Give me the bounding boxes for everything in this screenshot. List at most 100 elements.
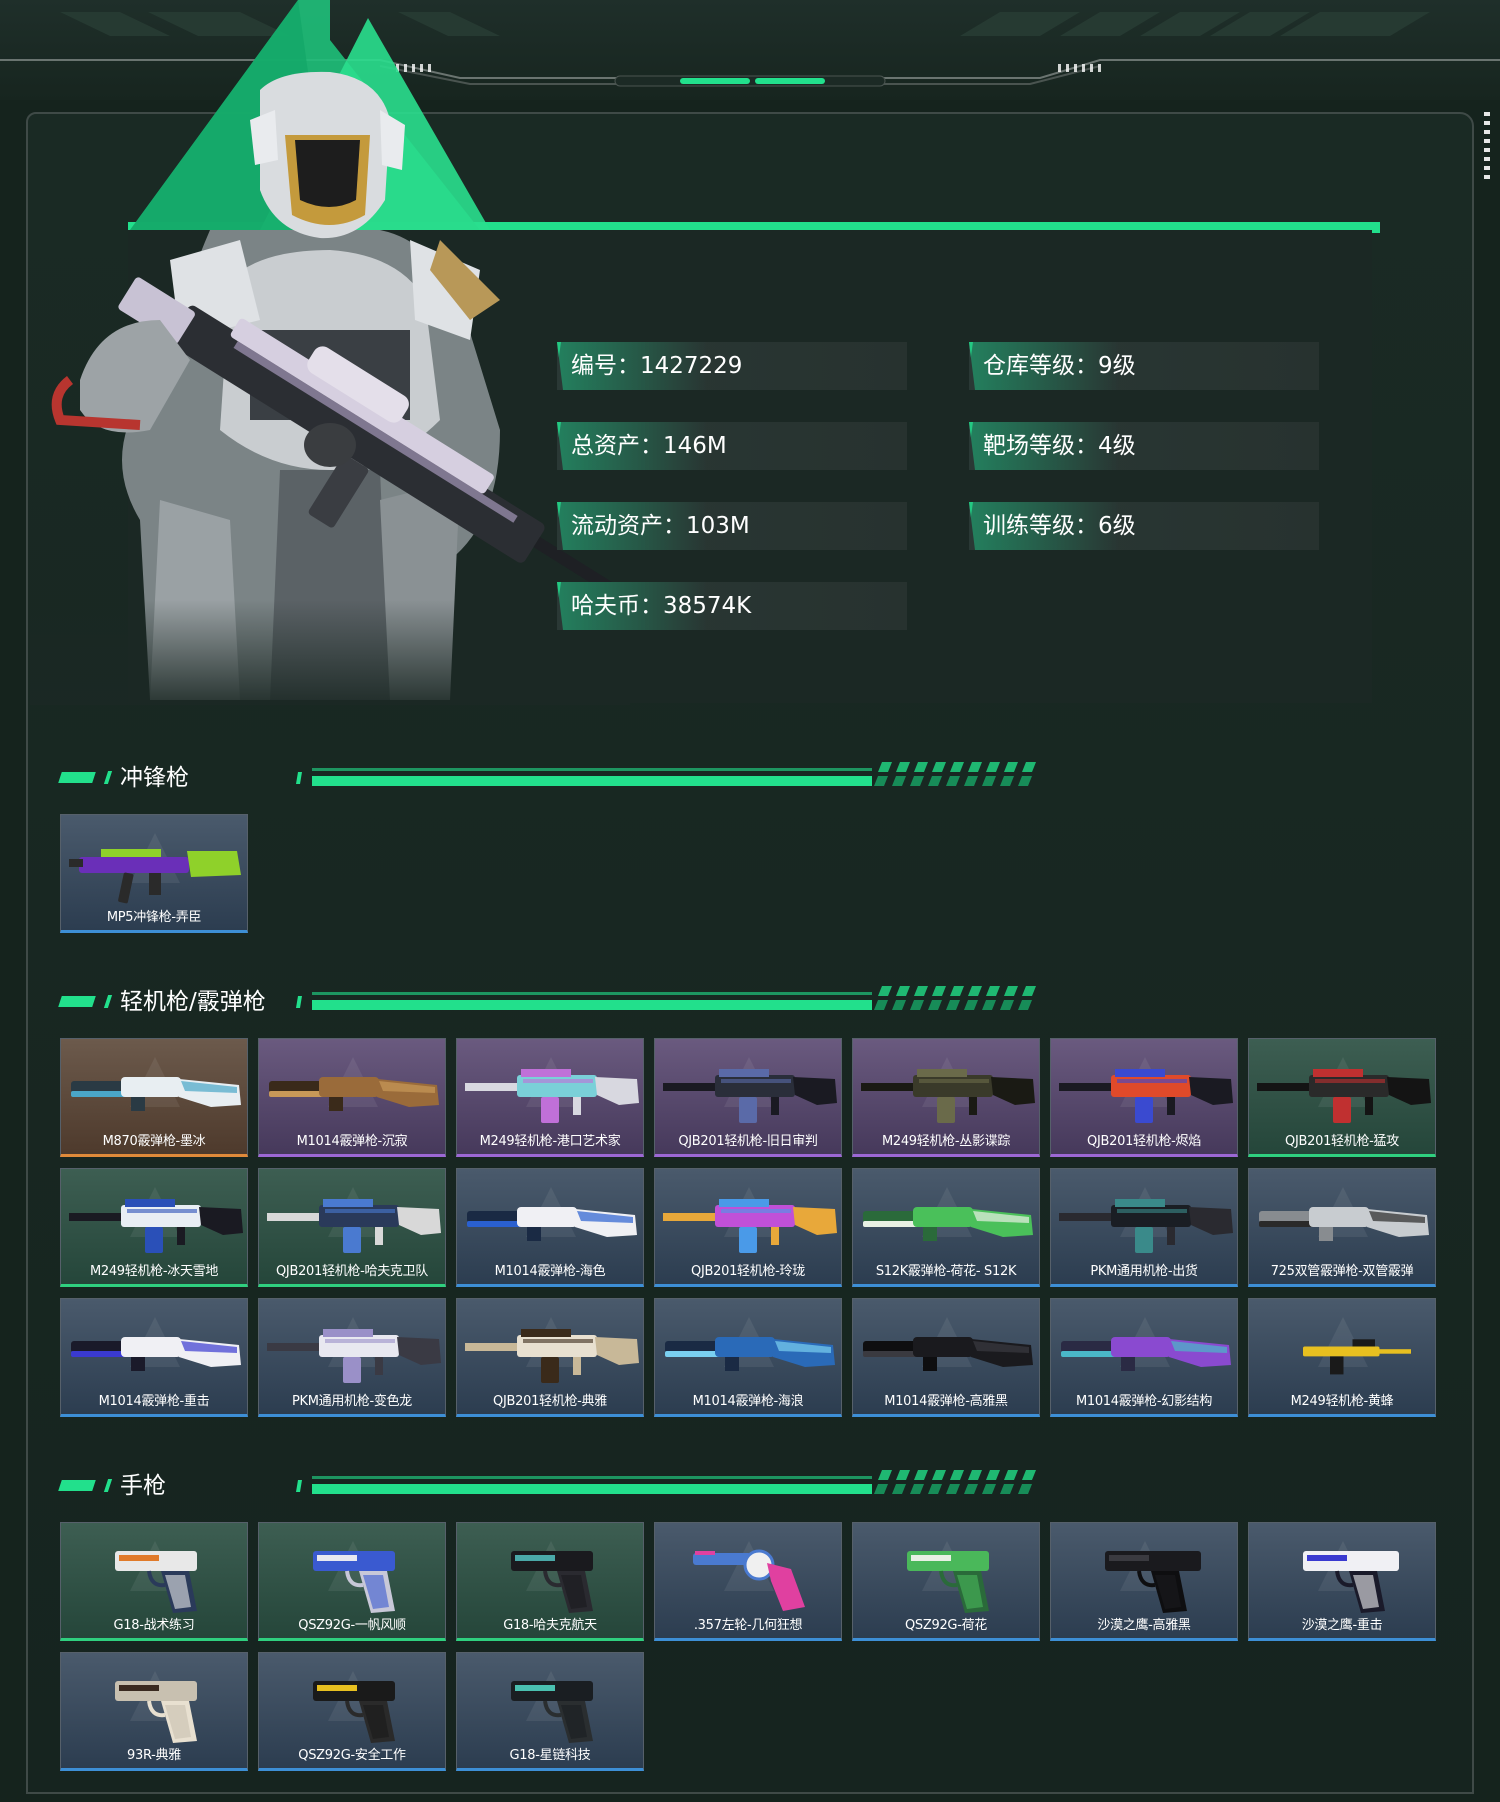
weapon-card[interactable]: M870霰弹枪-墨冰	[60, 1038, 248, 1157]
lmg-small-icon	[1303, 1339, 1411, 1375]
shotgun-icon	[1259, 1207, 1429, 1241]
stat-text: 编号：1427229	[571, 353, 743, 379]
section-header: 手枪	[58, 1466, 1070, 1506]
lmg-icon	[267, 1199, 441, 1253]
shotgun-icon	[71, 1077, 241, 1111]
weapon-card[interactable]: QJB201轻机枪-玲珑	[654, 1168, 842, 1287]
weapon-card[interactable]: M249轻机枪-黄蜂	[1248, 1298, 1436, 1417]
weapon-card[interactable]: PKM通用机枪-变色龙	[258, 1298, 446, 1417]
weapon-name: 沙漠之鹰-高雅黑	[1097, 1618, 1191, 1633]
weapon-name: QJB201轻机枪-典雅	[493, 1394, 607, 1409]
weapon-card[interactable]: M1014霰弹枪-海色	[456, 1168, 644, 1287]
stat-liquid-assets: 流动资产：103M	[557, 502, 907, 550]
shotgun-icon	[71, 1337, 241, 1371]
weapon-card[interactable]: G18-战术练习	[60, 1522, 248, 1641]
weapon-name: M1014霰弹枪-海色	[494, 1264, 606, 1279]
weapon-card[interactable]: QJB201轻机枪-猛攻	[1248, 1038, 1436, 1157]
weapon-name: G18-星链科技	[509, 1748, 591, 1763]
section-mark	[58, 772, 96, 783]
section-mark	[58, 996, 96, 1007]
lmg-icon	[663, 1069, 837, 1123]
weapon-card[interactable]: M249轻机枪-丛影谍踪	[852, 1038, 1040, 1157]
section-divider	[296, 986, 1036, 1010]
lmg-icon	[465, 1329, 639, 1383]
weapon-name: QJB201轻机枪-旧日审判	[678, 1134, 818, 1149]
section-divider	[296, 1470, 1036, 1494]
weapon-card[interactable]: M1014霰弹枪-高雅黑	[852, 1298, 1040, 1417]
weapon-card[interactable]: M1014霰弹枪-沉寂	[258, 1038, 446, 1157]
smg-icon	[69, 849, 241, 904]
section-title: 轻机枪/霰弹枪	[120, 989, 266, 1015]
weapon-name: PKM通用机枪-出货	[1090, 1264, 1198, 1279]
weapon-name: M249轻机枪-黄蜂	[1290, 1394, 1394, 1409]
scroll-indicator[interactable]	[1484, 112, 1490, 182]
weapon-card[interactable]: M1014霰弹枪-海浪	[654, 1298, 842, 1417]
weapon-card[interactable]: QJB201轻机枪-旧日审判	[654, 1038, 842, 1157]
weapon-name: 沙漠之鹰-重击	[1301, 1618, 1383, 1633]
pistol-icon	[907, 1551, 989, 1613]
stat-range-level: 靶场等级：4级	[969, 422, 1319, 470]
weapon-name: PKM通用机枪-变色龙	[292, 1394, 412, 1409]
weapon-card[interactable]: M1014霰弹枪-幻影结构	[1050, 1298, 1238, 1417]
weapon-card[interactable]: MP5冲锋枪-弄臣	[60, 814, 248, 933]
section-title: 冲锋枪	[120, 765, 189, 791]
weapon-name: M870霰弹枪-墨冰	[102, 1134, 206, 1149]
weapon-card[interactable]: 725双管霰弹枪-双管霰弹	[1248, 1168, 1436, 1287]
weapon-name: G18-哈夫克航天	[503, 1618, 597, 1633]
weapon-name: QSZ92G-一帆风顺	[298, 1618, 406, 1633]
weapon-card[interactable]: QSZ92G-安全工作	[258, 1652, 446, 1771]
weapon-card[interactable]: QJB201轻机枪-典雅	[456, 1298, 644, 1417]
stat-total-assets: 总资产：146M	[557, 422, 907, 470]
stat-text: 流动资产：103M	[571, 513, 750, 539]
stat-text: 仓库等级：9级	[983, 353, 1136, 379]
lmg-icon	[1257, 1069, 1431, 1123]
weapon-card[interactable]: .357左轮-几何狂想	[654, 1522, 842, 1641]
weapon-card[interactable]: QJB201轻机枪-烬焰	[1050, 1038, 1238, 1157]
section-mark	[103, 1479, 113, 1492]
stat-text: 哈夫币：38574K	[571, 593, 752, 619]
pistol-icon	[313, 1551, 395, 1613]
pistol-icon	[511, 1551, 593, 1613]
shotgun-icon	[863, 1207, 1033, 1241]
weapon-name: M1014霰弹枪-高雅黑	[884, 1394, 1008, 1409]
pistol-icon	[115, 1551, 197, 1613]
weapon-name: M1014霰弹枪-幻影结构	[1075, 1394, 1213, 1409]
shotgun-icon	[269, 1077, 439, 1111]
weapon-card[interactable]: M1014霰弹枪-重击	[60, 1298, 248, 1417]
lmg-icon	[267, 1329, 441, 1383]
section-header: 冲锋枪	[58, 758, 1070, 798]
weapon-name: 93R-典雅	[127, 1748, 181, 1763]
weapon-card[interactable]: 沙漠之鹰-重击	[1248, 1522, 1436, 1641]
weapon-name: QJB201轻机枪-玲珑	[691, 1264, 805, 1279]
weapon-card[interactable]: QJB201轻机枪-哈夫克卫队	[258, 1168, 446, 1287]
lmg-icon	[1059, 1199, 1233, 1253]
weapon-name: M1014霰弹枪-沉寂	[296, 1134, 408, 1149]
operator-portrait	[30, 0, 630, 705]
weapon-card[interactable]: S12K霰弹枪-荷花- S12K	[852, 1168, 1040, 1287]
weapon-name: M1014霰弹枪-海浪	[692, 1394, 804, 1409]
lmg-icon	[663, 1199, 837, 1253]
weapon-name: M249轻机枪-港口艺术家	[479, 1134, 621, 1149]
section-divider	[296, 762, 1036, 786]
weapon-card[interactable]: QSZ92G-荷花	[852, 1522, 1040, 1641]
revolver-icon	[693, 1549, 805, 1611]
weapon-card[interactable]: G18-星链科技	[456, 1652, 644, 1771]
section-mark	[58, 1480, 96, 1491]
lmg-icon	[861, 1069, 1035, 1123]
weapon-name: MP5冲锋枪-弄臣	[106, 910, 202, 925]
section-mark	[103, 771, 113, 784]
weapon-name: M249轻机枪-丛影谍踪	[881, 1134, 1011, 1149]
stat-text: 训练等级：6级	[983, 513, 1136, 539]
weapon-card[interactable]: QSZ92G-一帆风顺	[258, 1522, 446, 1641]
weapon-card[interactable]: M249轻机枪-港口艺术家	[456, 1038, 644, 1157]
weapon-name: QJB201轻机枪-哈夫克卫队	[276, 1264, 428, 1279]
weapon-name: 725双管霰弹枪-双管霰弹	[1270, 1264, 1414, 1279]
weapon-card[interactable]: G18-哈夫克航天	[456, 1522, 644, 1641]
lmg-icon	[465, 1069, 639, 1123]
weapon-card[interactable]: M249轻机枪-冰天雪地	[60, 1168, 248, 1287]
stat-text: 靶场等级：4级	[983, 433, 1136, 459]
weapon-card[interactable]: 沙漠之鹰-高雅黑	[1050, 1522, 1238, 1641]
stat-training-level: 训练等级：6级	[969, 502, 1319, 550]
weapon-card[interactable]: 93R-典雅	[60, 1652, 248, 1771]
weapon-card[interactable]: PKM通用机枪-出货	[1050, 1168, 1238, 1287]
